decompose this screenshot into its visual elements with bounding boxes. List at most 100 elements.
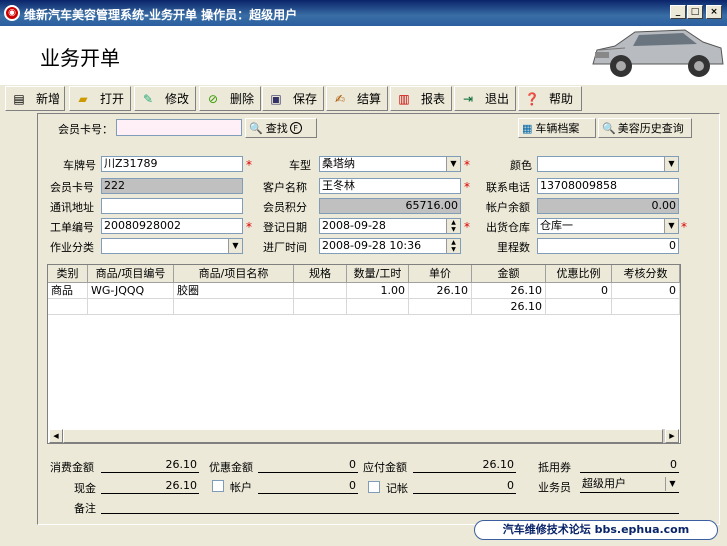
table-cell [546, 299, 612, 315]
scroll-left-icon[interactable]: ◀ [49, 429, 63, 443]
account-checkbox[interactable] [212, 480, 224, 492]
category-select[interactable]: ▼ [101, 238, 243, 254]
exit-button[interactable]: ⇥ 退出 [454, 86, 516, 111]
help-button[interactable]: ❓ 帮助 [518, 86, 582, 111]
reg-date-label: 登记日期 [263, 221, 307, 234]
in-time-label: 进厂时间 [263, 241, 307, 254]
points-field: 65716.00 [319, 198, 461, 214]
required-mark: * [464, 220, 470, 234]
table-cell [174, 299, 294, 315]
close-button[interactable]: × [706, 5, 722, 19]
delete-icon: ⊘ [207, 91, 219, 106]
car-type-select[interactable]: 桑塔纳 ▼ [319, 156, 461, 172]
color-select[interactable]: ▼ [537, 156, 679, 172]
mileage-input[interactable]: 0 [537, 238, 679, 254]
new-button[interactable]: ▤ 新增 [5, 86, 65, 111]
grid-header[interactable]: 优惠比例 [546, 265, 612, 283]
consume-label: 消费金额 [50, 461, 94, 474]
required-mark: * [464, 180, 470, 194]
items-grid[interactable]: 类别 商品/项目编号 商品/项目名称 规格 数量/工时 单价 金额 优惠比例 考… [47, 264, 681, 444]
chevron-down-icon[interactable]: ▼ [664, 219, 678, 233]
voucher-value[interactable]: 0 [580, 457, 679, 473]
horizontal-scrollbar[interactable]: ◀ ▶ [49, 429, 679, 443]
warehouse-select[interactable]: 仓库一 ▼ [537, 218, 679, 234]
required-mark: * [681, 220, 687, 234]
minimize-button[interactable]: _ [670, 5, 686, 19]
report-button[interactable]: ▥ 报表 [390, 86, 452, 111]
grid-header[interactable]: 金额 [472, 265, 546, 283]
chevron-down-icon[interactable]: ▼ [664, 157, 678, 171]
customer-label: 客户名称 [263, 181, 307, 194]
grid-header[interactable]: 考核分数 [612, 265, 680, 283]
table-cell[interactable]: 商品 [48, 283, 88, 299]
grid-header[interactable]: 类别 [48, 265, 88, 283]
grid-header[interactable]: 规格 [294, 265, 347, 283]
card-no-field: 222 [101, 178, 243, 194]
table-cell[interactable]: 26.10 [409, 283, 472, 299]
open-button[interactable]: ▰ 打开 [69, 86, 131, 111]
table-cell[interactable]: 0 [612, 283, 680, 299]
order-no-input[interactable]: 20080928002 [101, 218, 243, 234]
find-button[interactable]: 🔍 查找 F [245, 118, 317, 138]
grid-header[interactable]: 商品/项目名称 [174, 265, 294, 283]
forum-watermark: 汽车维修技术论坛 bbs.ephua.com [474, 520, 718, 540]
car-type-label: 车型 [289, 159, 311, 172]
plate-input[interactable]: 川Z31789 [101, 156, 243, 172]
spin-arrows-icon[interactable]: ▲ ▼ [446, 219, 460, 233]
app-logo-icon: ◉ [4, 5, 20, 21]
remark-label: 备注 [74, 502, 96, 515]
table-cell[interactable]: 26.10 [472, 283, 546, 299]
reg-date-value: 2008-09-28 [322, 219, 386, 232]
open-label: 打开 [100, 92, 125, 106]
grid-header[interactable]: 单价 [409, 265, 472, 283]
find-shortcut: F [289, 122, 302, 134]
phone-input[interactable]: 13708009858 [537, 178, 679, 194]
grid-header[interactable]: 数量/工时 [347, 265, 409, 283]
toolbar: ▤ 新增 ▰ 打开 ✎ 修改 ⊘ 删除 ▣ 保存 ✍ 结算 ▥ 报表 ⇥ 退出 ❓ 帮助 [3, 86, 723, 112]
save-label: 保存 [293, 92, 318, 106]
credit-checkbox[interactable] [368, 481, 380, 493]
credit-value[interactable]: 0 [413, 478, 516, 494]
warehouse-label: 出货仓库 [486, 221, 530, 234]
account-value[interactable]: 0 [258, 478, 358, 494]
member-card-input[interactable] [116, 119, 242, 136]
save-button[interactable]: ▣ 保存 [262, 86, 324, 111]
table-cell [409, 299, 472, 315]
account-label: 帐户 [230, 481, 252, 494]
table-cell[interactable]: 胶圈 [174, 283, 294, 299]
help-label: 帮助 [549, 92, 574, 106]
in-time-input[interactable]: 2008-09-28 10:36 ▲ ▼ [319, 238, 461, 254]
chevron-down-icon[interactable]: ▼ [228, 239, 242, 253]
consume-value: 26.10 [101, 457, 199, 473]
salesman-select[interactable]: 超级用户 ▼ [580, 477, 679, 493]
chevron-down-icon[interactable]: ▼ [446, 157, 460, 171]
table-cell[interactable] [294, 283, 347, 299]
address-input[interactable] [101, 198, 243, 214]
table-cell[interactable]: 0 [546, 283, 612, 299]
scroll-right-icon[interactable]: ▶ [665, 429, 679, 443]
maximize-button[interactable]: □ [687, 5, 703, 19]
required-mark: * [246, 220, 252, 234]
settle-button[interactable]: ✍ 结算 [326, 86, 388, 111]
scroll-thumb[interactable] [63, 429, 663, 443]
chevron-down-icon[interactable]: ▼ [665, 477, 679, 491]
spin-arrows-icon[interactable]: ▲ ▼ [446, 239, 460, 253]
beauty-history-button[interactable]: 🔍 美容历史查询 [598, 118, 692, 138]
edit-button[interactable]: ✎ 修改 [134, 86, 196, 111]
table-cell[interactable]: WG-JQQQ [88, 283, 174, 299]
balance-label: 帐户余额 [486, 201, 530, 214]
remark-input[interactable] [101, 498, 679, 514]
cash-value[interactable]: 26.10 [101, 478, 199, 494]
vehicle-archive-button[interactable]: ▦ 车辆档案 [518, 118, 596, 138]
cash-label: 现金 [74, 482, 96, 495]
report-label: 报表 [421, 92, 446, 106]
card-no-label: 会员卡号 [50, 181, 94, 194]
delete-button[interactable]: ⊘ 删除 [199, 86, 261, 111]
customer-input[interactable]: 王冬林 [319, 178, 461, 194]
balance-field: 0.00 [537, 198, 679, 214]
table-cell[interactable]: 1.00 [347, 283, 409, 299]
grid-header[interactable]: 商品/项目编号 [88, 265, 174, 283]
reg-date-input[interactable]: 2008-09-28 ▲ ▼ [319, 218, 461, 234]
discount-value[interactable]: 0 [258, 457, 358, 473]
in-time-value: 2008-09-28 10:36 [322, 239, 422, 252]
